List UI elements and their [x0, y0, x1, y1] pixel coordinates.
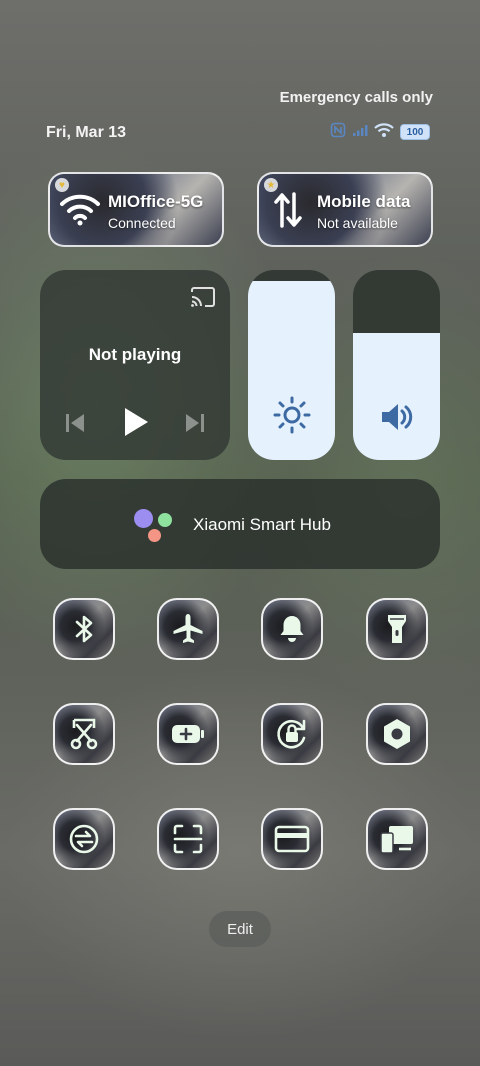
media-player: Not playing — [40, 270, 230, 460]
cast-screen-icon — [379, 823, 415, 855]
mobile-data-icon — [273, 192, 303, 233]
wifi-tile[interactable]: ♥ MIOffice-5G Connected — [48, 172, 224, 247]
battery-indicator: 100 — [400, 124, 430, 140]
hub-dot — [134, 509, 153, 528]
heart-badge-icon: ♥ — [55, 178, 69, 192]
screen-cast-toggle[interactable] — [366, 808, 428, 870]
hub-dot — [158, 513, 172, 527]
play-icon[interactable] — [122, 406, 150, 443]
airplane-icon — [171, 612, 205, 646]
date-label: Fri, Mar 13 — [46, 124, 127, 141]
hub-label: Xiaomi Smart Hub — [193, 515, 331, 534]
mobile-data-title: Mobile data — [317, 192, 411, 211]
wifi-name: MIOffice-5G — [108, 192, 204, 211]
smart-hub-card[interactable]: Xiaomi Smart Hub — [40, 479, 440, 569]
brightness-slider[interactable] — [248, 270, 335, 460]
previous-icon[interactable] — [64, 410, 86, 441]
carrier-status: Emergency calls only — [279, 89, 433, 106]
edit-button[interactable]: Edit — [209, 911, 271, 947]
wifi-icon — [60, 192, 100, 231]
next-icon[interactable] — [184, 410, 206, 441]
settings-hex-icon — [381, 717, 413, 751]
status-icons: 100 — [330, 122, 430, 142]
screenshot-toggle[interactable] — [53, 703, 115, 765]
mobile-data-state: Not available — [317, 215, 398, 231]
rotation-lock-icon — [275, 717, 309, 751]
volume-slider[interactable] — [353, 270, 440, 460]
settings-toggle[interactable] — [366, 703, 428, 765]
battery-saver-toggle[interactable] — [157, 703, 219, 765]
flashlight-icon — [385, 612, 409, 646]
hub-dot — [148, 529, 161, 542]
volume-fill — [353, 332, 440, 460]
wallet-toggle[interactable] — [261, 808, 323, 870]
bluetooth-toggle[interactable] — [53, 598, 115, 660]
nfc-icon — [330, 122, 346, 143]
star-badge-icon: ★ — [264, 178, 278, 192]
scan-icon — [172, 823, 204, 855]
sun-icon — [248, 396, 335, 434]
wifi-status-icon — [374, 122, 394, 143]
media-status: Not playing — [88, 345, 182, 364]
scanner-toggle[interactable] — [157, 808, 219, 870]
cast-icon[interactable] — [190, 286, 216, 313]
airplane-toggle[interactable] — [157, 598, 219, 660]
sync-icon — [67, 822, 101, 856]
speaker-icon — [353, 400, 440, 434]
mobile-data-tile[interactable]: ★ Mobile data Not available — [257, 172, 433, 247]
signal-icon — [352, 123, 368, 142]
wifi-state: Connected — [108, 215, 176, 231]
bluetooth-icon — [70, 613, 98, 645]
scissors-screenshot-icon — [68, 717, 100, 751]
sync-toggle[interactable] — [53, 808, 115, 870]
flashlight-toggle[interactable] — [366, 598, 428, 660]
battery-saver-icon — [170, 722, 206, 746]
rotation-lock-toggle[interactable] — [261, 703, 323, 765]
bell-icon — [277, 613, 307, 645]
sound-toggle[interactable] — [261, 598, 323, 660]
card-icon — [274, 825, 310, 853]
